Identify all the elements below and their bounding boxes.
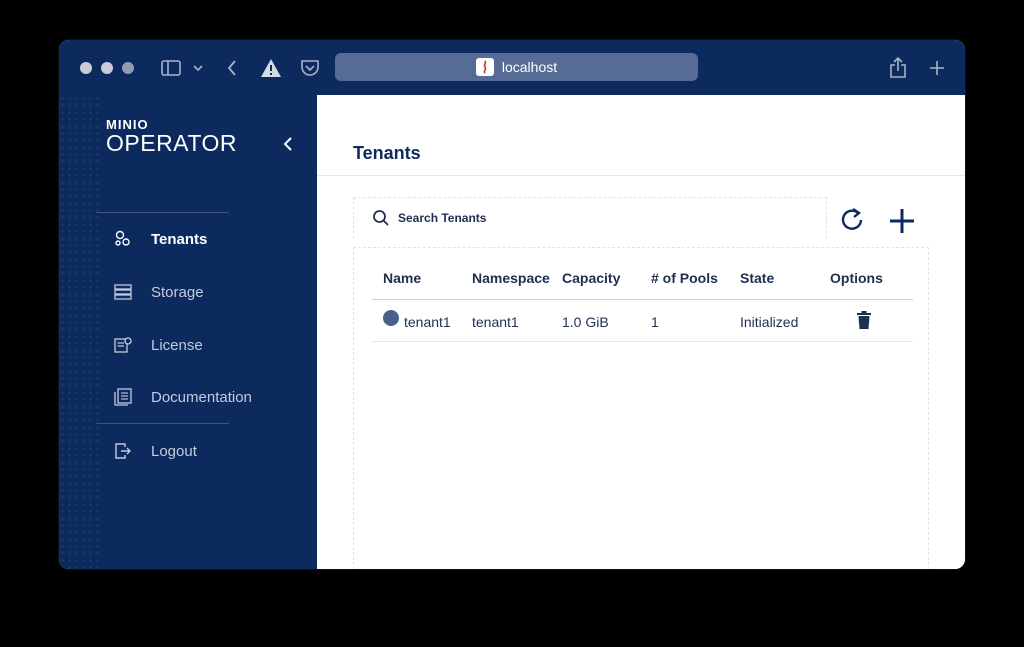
search-icon — [372, 209, 390, 227]
table-row[interactable]: tenant1 tenant1 1.0 GiB 1 Initialized — [372, 300, 913, 342]
pocket-icon[interactable] — [300, 57, 320, 79]
new-tab-plus-icon[interactable] — [929, 57, 945, 79]
browser-window: localhost MINIO OPERATOR Tenants Storage… — [59, 40, 965, 569]
logo-operator-text: OPERATOR — [106, 130, 237, 156]
sidebar-item-label: Storage — [151, 283, 204, 301]
add-tenant-button[interactable] — [888, 207, 916, 240]
search-tenants-input[interactable]: Search Tenants — [353, 197, 827, 238]
site-favicon-icon — [475, 58, 494, 76]
column-header-capacity[interactable]: Capacity — [562, 270, 620, 286]
tenants-icon — [111, 227, 135, 251]
minio-operator-logo: MINIO OPERATOR — [106, 118, 237, 155]
tenant-status-dot — [383, 310, 399, 326]
close-window-button[interactable] — [80, 62, 92, 74]
browser-toolbar: localhost — [59, 40, 965, 95]
nav-divider — [96, 423, 229, 424]
license-icon — [111, 333, 135, 357]
address-bar[interactable]: localhost — [335, 53, 698, 81]
table-header: Name Namespace Capacity # of Pools State… — [372, 248, 913, 300]
collapse-sidebar-icon[interactable] — [283, 136, 293, 157]
delete-trash-icon[interactable] — [857, 311, 871, 334]
chevron-down-icon[interactable] — [193, 57, 203, 79]
tenant-namespace: tenant1 — [472, 314, 519, 330]
sidebar-item-logout[interactable]: Logout — [97, 425, 317, 477]
minimize-window-button[interactable] — [101, 62, 113, 74]
page-title: Tenants — [353, 143, 421, 163]
tenant-state: Initialized — [740, 314, 799, 330]
back-arrow-icon[interactable] — [227, 57, 237, 79]
share-icon[interactable] — [889, 57, 907, 79]
tenant-name: tenant1 — [404, 314, 451, 330]
sidebar-item-label: Documentation — [151, 388, 252, 406]
documentation-icon — [111, 385, 135, 409]
sidebar-item-label: License — [151, 336, 203, 354]
sidebar-item-storage[interactable]: Storage — [97, 266, 317, 318]
sidebar-item-documentation[interactable]: Documentation — [97, 371, 317, 423]
sidebar-toggle-icon[interactable] — [161, 57, 181, 79]
sidebar-item-label: Logout — [151, 442, 197, 460]
sidebar: MINIO OPERATOR Tenants Storage License D… — [59, 95, 317, 569]
column-header-state[interactable]: State — [740, 270, 774, 286]
sidebar-item-label: Tenants — [151, 230, 208, 248]
address-bar-url: localhost — [501, 59, 558, 75]
column-header-pools[interactable]: # of Pools — [651, 270, 718, 286]
column-header-options: Options — [830, 270, 883, 286]
tenants-table: Name Namespace Capacity # of Pools State… — [353, 247, 929, 569]
tenant-pools: 1 — [651, 314, 659, 330]
search-placeholder: Search Tenants — [398, 211, 487, 225]
storage-icon — [111, 280, 135, 304]
zoom-window-button[interactable] — [122, 62, 134, 74]
column-header-name[interactable]: Name — [383, 270, 421, 286]
sidebar-item-tenants[interactable]: Tenants — [97, 213, 317, 265]
sidebar-item-license[interactable]: License — [97, 319, 317, 371]
main-content: Tenants Search Tenants Name Namespace Ca… — [317, 95, 965, 569]
warning-icon[interactable] — [260, 57, 282, 79]
tenant-capacity: 1.0 GiB — [562, 314, 609, 330]
title-divider — [317, 175, 965, 176]
column-header-namespace[interactable]: Namespace — [472, 270, 550, 286]
logout-icon — [111, 439, 135, 463]
refresh-icon[interactable] — [839, 207, 865, 238]
